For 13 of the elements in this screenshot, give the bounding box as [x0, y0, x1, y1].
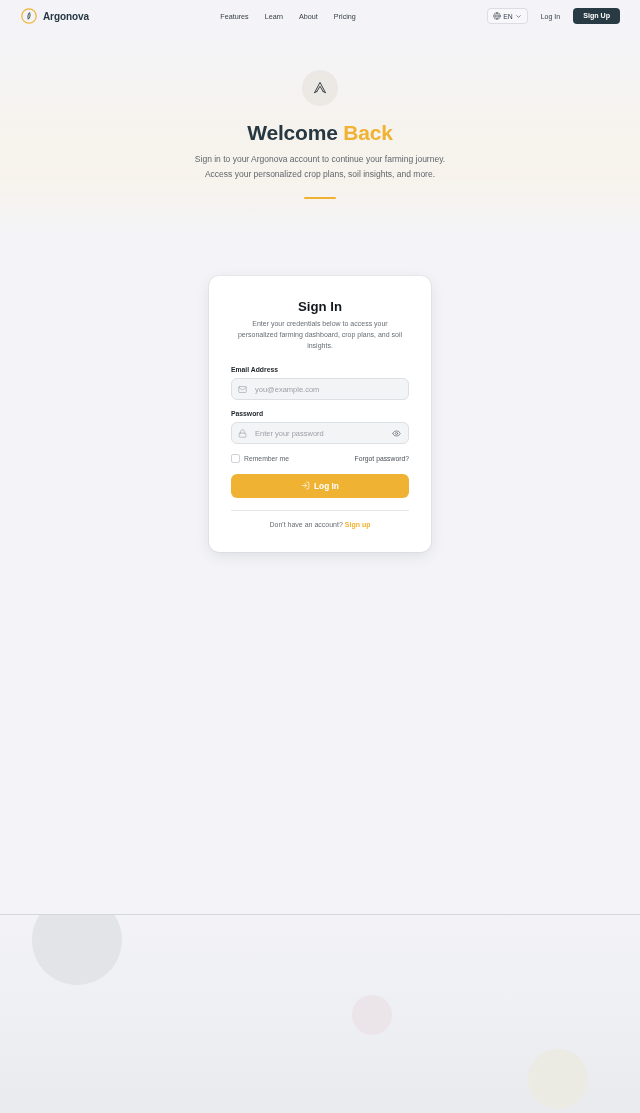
remember-checkbox[interactable] [231, 454, 240, 463]
login-icon [301, 481, 311, 490]
lock-icon [238, 428, 247, 438]
chevrons-up-icon [302, 70, 338, 106]
chevron-down-icon [514, 12, 522, 20]
page-title: Welcome Back [247, 120, 393, 146]
page-subtitle: Sign in to your Argonova account to continue your farming journey. Access your personalized crop plans, soil insights, and more. [193, 153, 447, 181]
logo-icon [21, 8, 37, 24]
mail-icon [238, 384, 247, 394]
globe-icon [493, 12, 502, 20]
eye-icon[interactable] [392, 428, 401, 438]
brand-name: Argonova [43, 10, 89, 22]
card-title: Sign In [297, 298, 343, 316]
